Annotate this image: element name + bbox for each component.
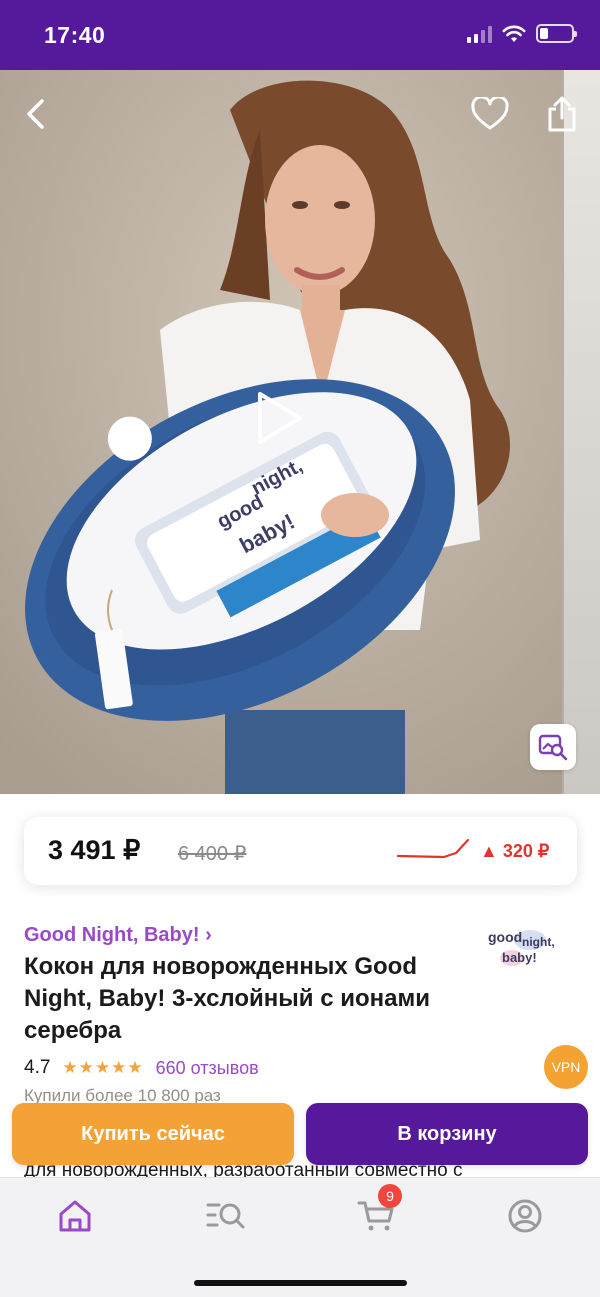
rating-row[interactable]: 4.7 ★★★★★ 660 отзывов [24, 1057, 259, 1079]
tab-catalog[interactable] [199, 1194, 251, 1238]
brand-logo-good: good [488, 929, 522, 945]
battery-icon [536, 24, 577, 43]
search-list-icon [206, 1203, 245, 1229]
tab-bar: 9 [0, 1177, 600, 1297]
old-price: 6 400 ₽ [178, 843, 247, 865]
cart-badge: 9 [378, 1184, 402, 1208]
vpn-badge[interactable]: VPN [544, 1045, 588, 1089]
tab-home[interactable] [49, 1194, 101, 1238]
play-video-button[interactable] [248, 388, 308, 448]
rating-value: 4.7 [24, 1057, 51, 1078]
home-indicator [194, 1280, 407, 1286]
price-trend-chart [396, 838, 470, 859]
chevron-left-icon [27, 99, 44, 129]
share-button[interactable] [540, 92, 584, 136]
profile-icon [508, 1199, 542, 1233]
buy-now-button[interactable]: Купить сейчас [12, 1103, 294, 1165]
back-button[interactable] [14, 92, 58, 136]
heart-icon [471, 97, 509, 130]
brand-link[interactable]: Good Night, Baby! › [24, 924, 212, 947]
reviews-link[interactable]: 660 отзывов [156, 1058, 259, 1079]
status-time: 17:40 [44, 22, 106, 48]
play-icon [258, 392, 302, 444]
favorite-button[interactable] [468, 92, 512, 136]
status-bar: 17:40 [0, 0, 600, 70]
current-price: 3 491 ₽ [48, 835, 141, 865]
signal-icon [467, 25, 492, 43]
share-icon [548, 96, 576, 132]
product-gallery[interactable]: good night, baby! [0, 70, 600, 794]
visual-search-button[interactable] [530, 724, 576, 770]
brand-logo-night: night, [522, 935, 555, 949]
tab-cart[interactable]: 9 [350, 1184, 402, 1238]
price-card[interactable]: 3 491 ₽ 6 400 ₽ ▲ 320 ₽ [24, 817, 577, 885]
home-icon [59, 1200, 91, 1232]
status-icons [467, 24, 577, 43]
next-product-photo[interactable] [564, 70, 600, 794]
rating-stars: ★★★★★ [62, 1058, 144, 1077]
tab-profile[interactable] [499, 1194, 551, 1238]
product-title: Кокон для новорожденных Good Night, Baby… [24, 953, 430, 1044]
add-to-cart-button[interactable]: В корзину [306, 1103, 588, 1165]
brand-logo[interactable]: good night, baby! [484, 918, 556, 968]
price-change: ▲ 320 ₽ [480, 841, 550, 861]
image-search-icon [538, 734, 568, 761]
brand-logo-baby: baby! [502, 950, 537, 965]
wifi-icon [502, 25, 526, 42]
